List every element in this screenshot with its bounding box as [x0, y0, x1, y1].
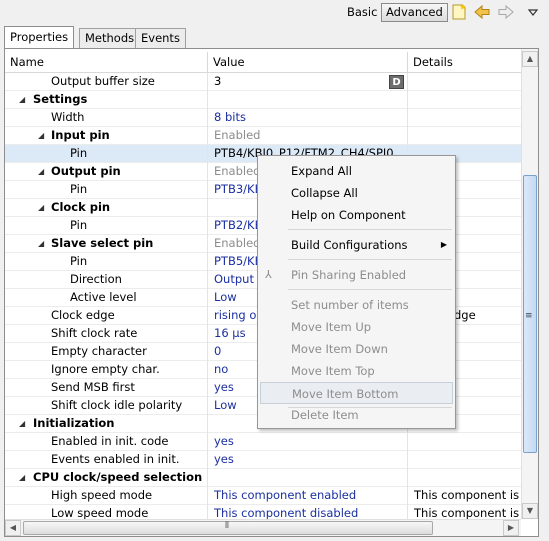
group-name: ◢ Settings — [5, 91, 208, 109]
property-name: Ignore empty char. — [5, 361, 208, 379]
basic-mode-button[interactable]: Basic — [342, 3, 382, 22]
property-name: Pin — [5, 253, 208, 271]
tab-events[interactable]: Events — [135, 28, 186, 48]
grip-icon: ⦀ — [225, 521, 229, 531]
property-name: Shift clock rate — [5, 325, 208, 343]
menu-separator — [288, 259, 452, 260]
property-details — [408, 127, 521, 145]
property-name: Enabled in init. code — [5, 433, 208, 451]
menu-item-move-item-bottom[interactable]: Move Item Bottom — [260, 382, 453, 404]
menu-item-help-on-component[interactable]: Help on Component — [258, 204, 455, 226]
scroll-down-icon[interactable]: ▼ — [522, 503, 538, 519]
property-name: Direction — [5, 271, 208, 289]
group-name: ◢ Input pin — [5, 127, 208, 145]
property-details — [408, 469, 521, 487]
back-arrow-icon[interactable] — [473, 3, 491, 21]
group-name: ◢ Initialization — [5, 415, 208, 433]
pin-sharing-icon: ⅄ — [265, 268, 272, 281]
toolbar: Basic Advanced — [0, 0, 549, 26]
collapse-triangle-icon[interactable]: ◢ — [19, 91, 25, 108]
property-name: Send MSB first — [5, 379, 208, 397]
property-name: Clock edge — [5, 307, 208, 325]
menu-separator — [288, 229, 452, 230]
property-details — [408, 73, 521, 91]
property-value-text: 3 — [214, 74, 222, 88]
forward-arrow-icon[interactable] — [497, 3, 515, 21]
view-menu-icon[interactable] — [524, 3, 542, 21]
property-details: This component is e — [414, 488, 521, 502]
group-name: ◢ Clock pin — [5, 199, 208, 217]
property-value[interactable]: 8 bits — [208, 109, 408, 127]
table-row[interactable]: Enabled in init. code yes — [5, 433, 521, 451]
menu-item-move-item-top[interactable]: Move Item Top — [258, 360, 455, 382]
collapse-triangle-icon[interactable]: ◢ — [38, 235, 44, 252]
property-value[interactable]: yes — [208, 433, 408, 451]
note-icon[interactable] — [450, 3, 468, 21]
table-row[interactable]: ◢ Settings — [5, 91, 521, 109]
menu-item-collapse-all[interactable]: Collapse All — [258, 182, 455, 204]
table-row[interactable]: ◢ Input pin Enabled — [5, 127, 521, 145]
submenu-arrow-icon: ▶ — [440, 240, 447, 249]
property-name: Active level — [5, 289, 208, 307]
property-details — [408, 109, 521, 127]
column-header-value[interactable]: Value — [208, 52, 408, 72]
collapse-triangle-icon[interactable]: ◢ — [38, 163, 44, 180]
horizontal-scrollbar[interactable]: ◀ ⦀ ▶ — [5, 519, 521, 536]
group-name: ◢ CPU clock/speed selection — [5, 469, 208, 487]
collapse-triangle-icon[interactable]: ◢ — [19, 469, 25, 486]
menu-item-expand-all[interactable]: Expand All — [258, 160, 455, 182]
vertical-scrollbar[interactable]: ▲ ≡ ▼ — [521, 49, 538, 519]
group-name: ◢ Slave select pin — [5, 235, 208, 253]
menu-item-build-configurations[interactable]: Build Configurations ▶ — [258, 234, 455, 256]
menu-separator — [288, 289, 452, 290]
table-header: Name Value Details — [5, 52, 521, 73]
tab-methods[interactable]: Methods — [79, 28, 141, 48]
property-value[interactable]: Enabled — [208, 127, 408, 145]
property-value — [208, 469, 408, 487]
property-value[interactable]: 3D — [208, 73, 408, 91]
property-value[interactable]: This component enabled — [208, 487, 408, 505]
property-details — [408, 451, 521, 469]
property-name: Output buffer size — [5, 73, 208, 91]
context-menu: Expand All Collapse All Help on Componen… — [257, 155, 456, 429]
property-name: Pin — [5, 217, 208, 235]
table-row[interactable]: Output buffer size 3D — [5, 73, 521, 91]
property-name: Width — [5, 109, 208, 127]
default-badge[interactable]: D — [389, 75, 404, 89]
menu-item-pin-sharing-enabled[interactable]: ⅄ Pin Sharing Enabled — [258, 264, 455, 286]
menu-item-move-item-down[interactable]: Move Item Down — [258, 338, 455, 360]
property-value[interactable]: yes — [208, 451, 408, 469]
property-details — [408, 433, 521, 451]
property-name: Pin — [5, 145, 208, 163]
property-name: Shift clock idle polarity — [5, 397, 208, 415]
scroll-up-icon[interactable]: ▲ — [522, 51, 538, 67]
property-name: Empty character — [5, 343, 208, 361]
column-header-details[interactable]: Details — [408, 52, 521, 72]
menu-item-move-item-up[interactable]: Move Item Up — [258, 316, 455, 338]
menu-item-set-number-of-items[interactable]: Set number of items — [258, 294, 455, 316]
property-name: Events enabled in init. — [5, 451, 208, 469]
tab-properties[interactable]: Properties — [4, 26, 75, 48]
advanced-mode-button[interactable]: Advanced — [381, 3, 448, 22]
column-header-name[interactable]: Name — [5, 52, 208, 72]
table-row[interactable]: High speed mode This component enabled T… — [5, 487, 521, 505]
table-row[interactable]: Events enabled in init. yes — [5, 451, 521, 469]
table-row[interactable]: Width 8 bits — [5, 109, 521, 127]
collapse-triangle-icon[interactable]: ◢ — [19, 415, 25, 432]
property-details — [408, 91, 521, 109]
grip-icon: ≡ — [525, 311, 533, 321]
property-value — [208, 91, 408, 109]
collapse-triangle-icon[interactable]: ◢ — [38, 199, 44, 216]
menu-item-delete-item[interactable]: Delete Item — [258, 404, 455, 426]
table-row[interactable]: ◢ CPU clock/speed selection — [5, 469, 521, 487]
scroll-left-icon[interactable]: ◀ — [5, 520, 21, 536]
collapse-triangle-icon[interactable]: ◢ — [38, 127, 44, 144]
scroll-right-icon[interactable]: ▶ — [503, 520, 519, 536]
property-name: High speed mode — [5, 487, 208, 505]
property-name: Pin — [5, 181, 208, 199]
group-name: ◢ Output pin — [5, 163, 208, 181]
